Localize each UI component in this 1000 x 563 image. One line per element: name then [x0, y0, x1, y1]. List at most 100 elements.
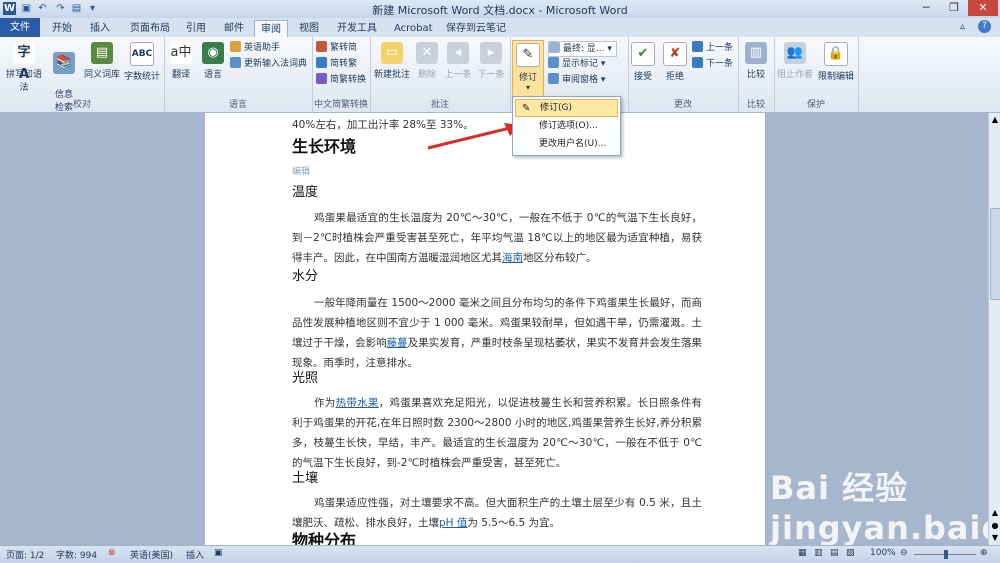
- simplified-to-traditional-button[interactable]: 简转繁: [316, 57, 357, 71]
- zoom-level[interactable]: 100%: [870, 548, 896, 558]
- previous-page-icon[interactable]: ▲: [990, 508, 1000, 518]
- language-button[interactable]: ◉ 语言: [198, 40, 228, 95]
- english-assistant-button[interactable]: 英语助手: [230, 41, 280, 55]
- reviewing-pane-button[interactable]: 审阅窗格 ▾: [548, 73, 605, 87]
- web-layout-view-icon[interactable]: ▤: [830, 548, 839, 558]
- macro-record-icon[interactable]: ▣: [214, 548, 223, 558]
- maximize-icon[interactable]: ❐: [940, 0, 968, 16]
- group-proofing: 字A 拼写和语法 📚 信息 检索 ▤ 同义词库 ABC 字数统计 校对: [0, 37, 165, 113]
- section-title-temperature: 温度: [292, 185, 319, 200]
- full-screen-view-icon[interactable]: ▥: [814, 548, 823, 558]
- group-label-protect: 保护: [806, 100, 825, 110]
- display-for-review-select[interactable]: 最终: 显... ▾: [548, 41, 617, 57]
- tab-insert[interactable]: 插入: [84, 20, 116, 37]
- group-compare: ▥ 比较 比较: [738, 37, 775, 112]
- reject-button[interactable]: ✘ 拒绝: [660, 40, 690, 95]
- group-comments: ▭ 新建批注 ✕ 删除 ◂ 上一条 ▸ 下一条 批注: [370, 37, 511, 112]
- t2s-icon: [316, 41, 327, 52]
- spelling-icon: 字A: [13, 42, 35, 82]
- draft-view-icon[interactable]: ▧: [846, 548, 855, 558]
- zoom-slider-thumb[interactable]: [944, 550, 948, 559]
- group-chinese-conversion: 繁转简 简转繁 简繁转换 中文简繁转换: [312, 37, 371, 112]
- menu-item-change-username[interactable]: 更改用户名(U)...: [515, 136, 618, 152]
- track-changes-icon: ✎: [516, 43, 540, 67]
- window-title: 新建 Microsoft Word 文档.docx - Microsoft Wo…: [372, 4, 628, 17]
- link-vine[interactable]: 藤蔓: [387, 337, 408, 349]
- close-icon[interactable]: ✕: [968, 0, 998, 16]
- word-count-button[interactable]: ABC 字数统计: [122, 40, 162, 95]
- tab-file[interactable]: 文件: [0, 18, 40, 37]
- tab-home[interactable]: 开始: [46, 20, 78, 37]
- insert-mode[interactable]: 插入: [186, 548, 204, 561]
- block-authors-icon: 👥: [784, 42, 806, 64]
- research-icon: 📚: [53, 52, 75, 74]
- section-title-soil: 土壤: [292, 471, 319, 486]
- ribbon-tabs: 文件 开始 插入 页面布局 引用 邮件 审阅 视图 开发工具 Acrobat 保…: [0, 18, 1000, 38]
- spelling-grammar-button[interactable]: 字A 拼写和语法: [4, 40, 44, 95]
- print-layout-view-icon[interactable]: ▦: [798, 548, 807, 558]
- tab-page-layout[interactable]: 页面布局: [124, 20, 176, 37]
- group-label-changes: 更改: [673, 100, 692, 110]
- delete-comment-icon: ✕: [416, 42, 438, 64]
- scroll-up-icon[interactable]: ▲: [990, 115, 1000, 125]
- previous-comment-button[interactable]: ◂ 上一条: [442, 40, 474, 95]
- track-changes-arrow-icon: ▾: [525, 83, 530, 92]
- menu-item-track-options[interactable]: 修订选项(O)...: [515, 118, 618, 134]
- show-markup-button[interactable]: 显示标记 ▾: [548, 57, 605, 71]
- browse-object-icon[interactable]: ●: [990, 521, 1000, 531]
- tab-review[interactable]: 审阅: [254, 20, 288, 38]
- help-icon[interactable]: ?: [978, 20, 991, 33]
- new-comment-icon: ▭: [381, 42, 403, 64]
- word-count[interactable]: 字数: 994: [56, 548, 97, 561]
- track-changes-dropdown: ✎ 修订(G) 修订选项(O)... 更改用户名(U)...: [512, 96, 621, 156]
- restrict-editing-button[interactable]: 🔒 限制编辑: [816, 40, 856, 95]
- tab-acrobat[interactable]: Acrobat: [388, 20, 439, 37]
- link-ph-value[interactable]: pH 值: [439, 517, 467, 529]
- vertical-scrollbar[interactable]: ▲ ▲ ● ▼: [988, 113, 1000, 545]
- minimize-icon[interactable]: ─: [912, 0, 940, 16]
- link-hainan[interactable]: 海南: [502, 252, 523, 264]
- update-ime-dictionary-button[interactable]: 更新输入法词典: [230, 57, 307, 71]
- delete-comment-button[interactable]: ✕ 删除: [412, 40, 442, 95]
- next-comment-icon: ▸: [480, 42, 502, 64]
- research-button[interactable]: 📚 信息 检索: [46, 40, 82, 113]
- paragraph-soil: 鸡蛋果适应性强，对土壤要求不高。但大面积生产的土壤土层至少有 0.5 米，且土壤…: [292, 497, 702, 529]
- edit-link[interactable]: 编辑: [292, 162, 702, 182]
- compare-button[interactable]: ▥ 比较: [740, 40, 772, 95]
- section-title-water: 水分: [292, 269, 319, 284]
- tab-view[interactable]: 视图: [293, 20, 325, 37]
- heading-species-distribution: 物种分布: [292, 531, 357, 545]
- new-comment-button[interactable]: ▭ 新建批注: [372, 40, 412, 95]
- next-page-icon[interactable]: ▼: [990, 533, 1000, 543]
- chinese-conversion-button[interactable]: 简繁转换: [316, 73, 366, 87]
- ribbon-minimize-icon[interactable]: ▵: [960, 21, 965, 32]
- accept-button[interactable]: ✔ 接受: [628, 40, 658, 95]
- s2t-icon: [316, 57, 327, 68]
- next-comment-button[interactable]: ▸ 下一条: [474, 40, 508, 95]
- show-markup-icon: [548, 57, 559, 68]
- thesaurus-button[interactable]: ▤ 同义词库: [82, 40, 122, 95]
- traditional-to-simplified-button[interactable]: 繁转简: [316, 41, 357, 55]
- zoom-out-icon[interactable]: ⊖: [900, 548, 908, 558]
- group-protect: 👥 阻止作者 🔒 限制编辑 保护: [774, 37, 859, 112]
- scrollbar-thumb[interactable]: [990, 208, 1000, 300]
- translate-button[interactable]: a中 翻译: [164, 40, 198, 95]
- block-authors-button[interactable]: 👥 阻止作者: [776, 40, 814, 95]
- menu-item-track-changes[interactable]: ✎ 修订(G): [515, 99, 618, 117]
- proofing-status-icon[interactable]: ⊗: [108, 548, 116, 558]
- track-changes-button[interactable]: ✎ 修订 ▾: [512, 40, 544, 100]
- group-label-proofing: 校对: [72, 100, 91, 110]
- tab-mailings[interactable]: 邮件: [218, 20, 250, 37]
- zoom-in-icon[interactable]: ⊕: [980, 548, 988, 558]
- language-status[interactable]: 英语(美国): [130, 548, 173, 561]
- tab-cloud-notes[interactable]: 保存到云笔记: [440, 20, 512, 37]
- assistant-icon: [230, 41, 241, 52]
- link-tropical-fruit[interactable]: 热带水果: [336, 397, 379, 409]
- document-page[interactable]: 40%左右，加工出汁率 28%至 33%。 生长环境 编辑 温度 鸡蛋果最适宜的…: [205, 113, 765, 545]
- previous-change-button[interactable]: 上一条: [692, 41, 733, 55]
- tab-developer[interactable]: 开发工具: [331, 20, 383, 37]
- tab-references[interactable]: 引用: [180, 20, 212, 37]
- group-label-comments: 批注: [430, 100, 449, 110]
- page-count[interactable]: 页面: 1/2: [6, 548, 44, 561]
- next-change-button[interactable]: 下一条: [692, 57, 733, 71]
